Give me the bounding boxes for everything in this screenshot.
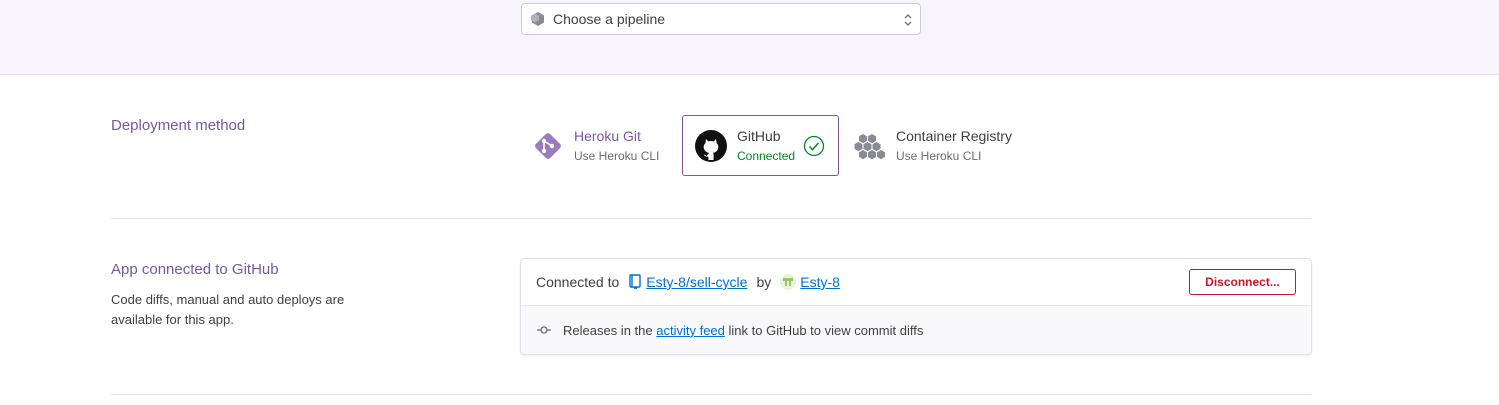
releases-prefix: Releases in the — [563, 322, 653, 338]
app-connected-title: App connected to GitHub — [111, 261, 279, 278]
repo-link[interactable]: Esty-8/sell-cycle — [646, 274, 747, 290]
method-heroku-git[interactable]: Heroku Git Use Heroku CLI — [531, 115, 659, 176]
method-name: GitHub — [737, 128, 781, 144]
method-name: Container Registry — [896, 128, 1012, 144]
chevron-updown-icon — [904, 14, 912, 26]
pipeline-select-label: Choose a pipeline — [553, 11, 666, 27]
connected-to-label: Connected to — [536, 274, 620, 290]
releases-suffix: link to GitHub to view commit diffs — [728, 322, 924, 338]
check-circle-icon — [803, 135, 825, 157]
method-status: Connected — [737, 149, 796, 163]
activity-feed-link[interactable]: activity feed — [656, 323, 725, 338]
method-github[interactable]: GitHub Connected — [682, 115, 839, 176]
repo-icon — [628, 274, 642, 290]
avatar — [780, 274, 797, 290]
pipeline-band: Choose a pipeline — [0, 0, 1499, 75]
commit-icon — [537, 325, 551, 335]
heroku-git-icon — [531, 129, 565, 163]
method-sub: Use Heroku CLI — [574, 149, 660, 163]
by-label: by — [756, 274, 772, 290]
method-sub: Use Heroku CLI — [896, 149, 982, 163]
section-divider — [111, 394, 1311, 395]
section-divider — [111, 218, 1311, 219]
github-icon — [694, 129, 728, 163]
method-container-registry[interactable]: Container Registry Use Heroku CLI — [853, 115, 1012, 176]
method-name: Heroku Git — [574, 128, 641, 144]
app-connected-description: Code diffs, manual and auto deploys are … — [111, 292, 345, 327]
container-registry-icon — [853, 129, 887, 163]
connection-card: Connected to Esty-8/sell-cycle by Esty-8… — [520, 258, 1312, 355]
pipeline-icon — [530, 11, 546, 27]
connection-card-header: Connected to Esty-8/sell-cycle by Esty-8… — [521, 259, 1311, 306]
releases-info: Releases in the activity feed link to Gi… — [521, 306, 1311, 354]
pipeline-select[interactable]: Choose a pipeline — [521, 3, 921, 35]
disconnect-button[interactable]: Disconnect... — [1189, 269, 1296, 295]
deployment-method-title: Deployment method — [111, 117, 246, 134]
user-link[interactable]: Esty-8 — [800, 274, 840, 290]
